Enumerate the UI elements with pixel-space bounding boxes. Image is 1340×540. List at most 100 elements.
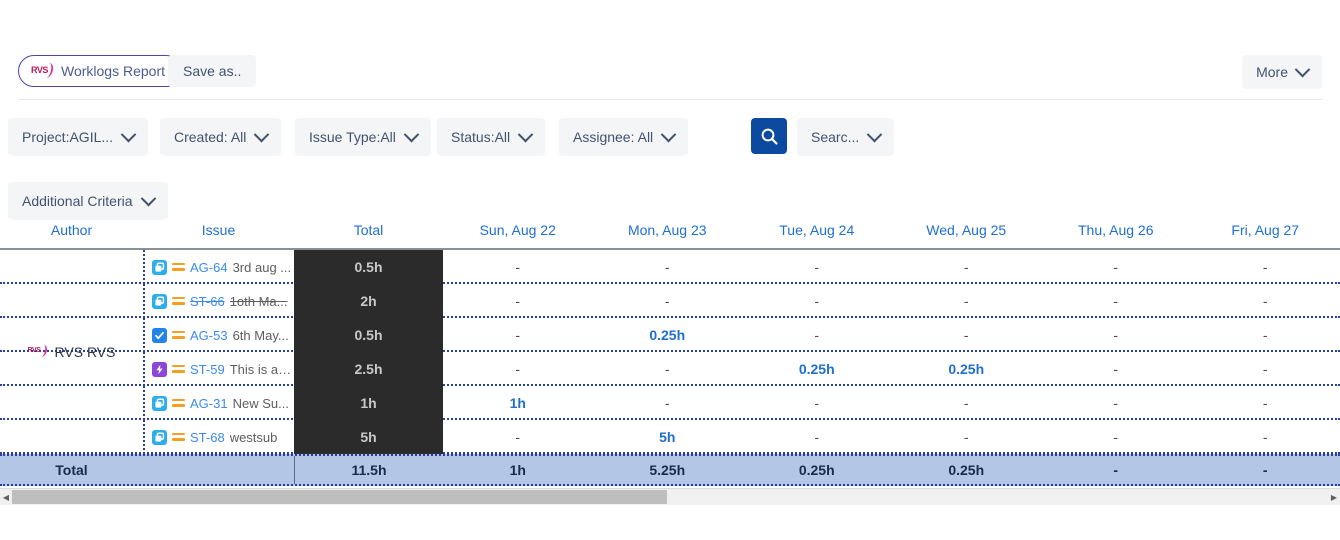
issue-key-link[interactable]: AG-31 — [190, 396, 228, 411]
worklog-cell[interactable]: 0.25h — [892, 352, 1042, 386]
worklog-cell: - — [1113, 429, 1119, 445]
table-row: ST-68 westsub 5h - 5h - - - - — [0, 420, 1340, 454]
worklog-cell: - — [814, 429, 820, 445]
filter-status[interactable]: Status:All — [437, 118, 546, 156]
footer-day-total: - — [1113, 462, 1119, 478]
epic-icon — [152, 361, 167, 377]
column-header-day-1[interactable]: Mon, Aug 23 — [593, 222, 743, 238]
filter-status-label: Status:All — [451, 129, 511, 145]
avatar: RVS — [28, 345, 48, 359]
filter-project[interactable]: Project:AGIL... — [8, 118, 149, 156]
worklog-cell: - — [515, 327, 521, 343]
column-header-day-0[interactable]: Sun, Aug 22 — [443, 222, 593, 238]
medium-priority-icon — [172, 330, 185, 341]
additional-criteria-bar: Additional Criteria — [0, 182, 1340, 222]
chevron-down-icon — [140, 190, 156, 206]
more-button[interactable]: More — [1242, 55, 1322, 89]
search-dropdown[interactable]: Searc... — [797, 118, 895, 156]
footer-day-total: 1h — [509, 462, 526, 478]
worklog-cell: - — [664, 395, 670, 411]
issue-key-link[interactable]: ST-59 — [190, 362, 225, 377]
search-icon — [761, 128, 778, 145]
chevron-down-icon — [120, 126, 137, 142]
worklogs-report-tab[interactable]: RVS Worklogs Report — [18, 55, 183, 87]
additional-criteria-dropdown[interactable]: Additional Criteria — [8, 182, 168, 220]
top-bar: RVS Worklogs Report Save as.. More — [0, 46, 1340, 100]
horizontal-scrollbar[interactable]: ◀ ▶ — [0, 488, 1340, 505]
column-header-day-3[interactable]: Wed, Aug 25 — [892, 222, 1042, 238]
issue-cell[interactable]: AG-53 6th May... — [143, 318, 294, 352]
worklog-cell: - — [963, 429, 969, 445]
filter-created[interactable]: Created: All — [160, 118, 282, 156]
column-header-day-2[interactable]: Tue, Aug 24 — [742, 222, 892, 238]
medium-priority-icon — [172, 262, 185, 273]
story-icon — [152, 429, 167, 445]
row-total-cell: 2h — [294, 284, 443, 318]
medium-priority-icon — [172, 432, 185, 443]
chevron-down-icon — [660, 126, 677, 142]
worklog-cell: - — [1262, 327, 1268, 343]
filter-assignee-label: Assignee: All — [573, 129, 654, 145]
issue-cell[interactable]: AG-31 New Su... — [143, 386, 294, 420]
scroll-right-arrow[interactable]: ▶ — [1328, 489, 1340, 505]
column-header-day-4[interactable]: Thu, Aug 26 — [1041, 222, 1191, 238]
author-cell: RVS RVS RVS — [0, 250, 143, 454]
footer-day-total: - — [1262, 462, 1268, 478]
medium-priority-icon — [172, 364, 185, 375]
search-button[interactable] — [751, 118, 787, 154]
chevron-down-icon — [254, 126, 270, 142]
issue-summary: 3rd aug ... — [232, 259, 292, 275]
story-icon — [152, 395, 167, 411]
worklog-cell: - — [963, 327, 969, 343]
worklog-cell: - — [515, 259, 521, 275]
additional-criteria-label: Additional Criteria — [22, 193, 133, 209]
rvs-logo-icon: RVS — [31, 63, 55, 79]
table-row: AG-53 6th May... 0.5h - 0.25h - - - - — [0, 318, 1340, 352]
table-body: AG-64 3rd aug ... 0.5h - - - - - - ST-66 1oth Ma..… — [0, 250, 1340, 454]
worklog-cell: - — [1262, 395, 1268, 411]
column-header-author[interactable]: Author — [0, 222, 143, 238]
issue-cell[interactable]: ST-68 westsub — [143, 420, 294, 454]
footer-day-total: 0.25h — [798, 462, 835, 478]
issue-key-link[interactable]: AG-64 — [190, 260, 228, 275]
column-header-issue[interactable]: Issue — [143, 222, 294, 238]
chevron-down-icon — [1294, 61, 1311, 77]
worklog-cell[interactable]: 0.25h — [593, 318, 743, 352]
worklog-cell: - — [515, 429, 521, 445]
issue-summary: 6th May... — [232, 327, 289, 343]
worklog-cell: - — [1113, 395, 1119, 411]
chevron-down-icon — [517, 126, 534, 142]
column-header-total[interactable]: Total — [294, 222, 443, 238]
filter-created-label: Created: All — [174, 129, 247, 145]
task-icon — [152, 327, 167, 343]
issue-cell[interactable]: ST-66 1oth Ma... — [143, 284, 294, 318]
filter-issue-type[interactable]: Issue Type:All — [295, 118, 431, 156]
worklog-cell: - — [814, 395, 820, 411]
footer-total-label: Total — [55, 462, 88, 478]
issue-key-link[interactable]: ST-68 — [190, 430, 225, 445]
worklog-cell: - — [1262, 293, 1268, 309]
row-total-cell: 5h — [294, 420, 443, 454]
column-header-day-5[interactable]: Fri, Aug 27 — [1191, 222, 1340, 238]
scroll-left-arrow[interactable]: ◀ — [0, 489, 12, 505]
table-row: AG-31 New Su... 1h 1h - - - - - — [0, 386, 1340, 420]
issue-key-link[interactable]: ST-66 — [190, 294, 225, 309]
scrollbar-thumb[interactable] — [12, 490, 667, 504]
worklog-cell: - — [963, 293, 969, 309]
issue-cell[interactable]: ST-59 This is an... — [143, 352, 294, 386]
worklogs-table: Author Issue Total Sun, Aug 22 Mon, Aug 23 Tu… — [0, 222, 1340, 486]
table-row: ST-66 1oth Ma... 2h - - - - - - — [0, 284, 1340, 318]
chevron-down-icon — [403, 126, 420, 142]
row-total-cell: 2.5h — [294, 352, 443, 386]
worklog-cell[interactable]: 0.25h — [742, 352, 892, 386]
worklog-cell[interactable]: 1h — [443, 386, 593, 420]
filter-assignee[interactable]: Assignee: All — [559, 118, 689, 156]
issue-key-link[interactable]: AG-53 — [190, 328, 228, 343]
worklog-cell: - — [1262, 429, 1268, 445]
table-row: ST-59 This is an... 2.5h - - 0.25h 0.25h - - — [0, 352, 1340, 386]
worklog-cell[interactable]: 5h — [593, 420, 743, 454]
table-footer-total-row: Total 11.5h 1h 5.25h 0.25h 0.25h - - — [0, 454, 1340, 486]
save-as-button[interactable]: Save as.. — [168, 55, 257, 87]
scrollbar-track[interactable] — [12, 490, 1328, 504]
issue-cell[interactable]: AG-64 3rd aug ... — [143, 250, 294, 284]
